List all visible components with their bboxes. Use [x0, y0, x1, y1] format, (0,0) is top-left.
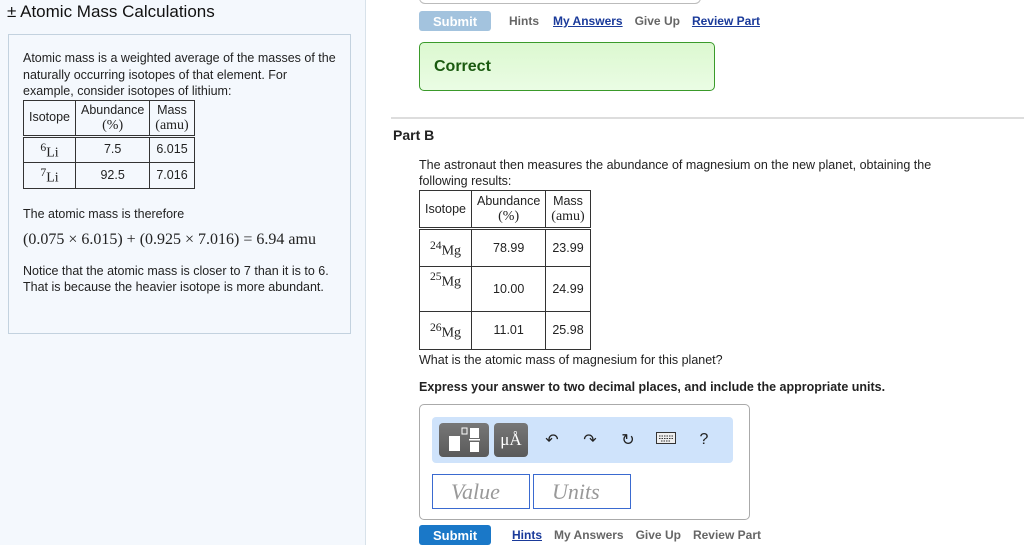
notice-text: Notice that the atomic mass is closer to…: [23, 263, 329, 295]
redo-icon[interactable]: ↷: [571, 430, 609, 450]
mass-cell: 7.016: [149, 162, 195, 189]
my-answers-link[interactable]: My Answers: [554, 528, 624, 542]
hints-link: Hints: [509, 14, 539, 28]
correct-feedback: Correct: [419, 42, 715, 91]
unit: (%): [102, 117, 124, 133]
submit-button-disabled: Submit: [419, 11, 491, 31]
units-input[interactable]: Units: [533, 474, 631, 509]
main-content: Submit Hints My Answers Give Up Review P…: [366, 0, 1024, 545]
question-text: What is the atomic mass of magnesium for…: [419, 353, 723, 367]
label: Abundance: [81, 102, 145, 117]
reset-icon[interactable]: ↻: [609, 430, 647, 450]
header-mass: Mass (amu): [545, 190, 591, 229]
part-b-actions: Submit Hints My Answers Give Up Review P…: [419, 525, 761, 545]
element: Mg: [441, 325, 462, 341]
equation: (0.075 × 6.015) + (0.925 × 7.016) = 6.94…: [23, 231, 316, 249]
give-up-link: Give Up: [634, 14, 680, 28]
element: Mg: [441, 274, 462, 290]
isotope-cell: 26Mg: [418, 311, 473, 350]
value-input[interactable]: Value: [432, 474, 530, 509]
label: Abundance: [477, 194, 541, 208]
divider: [391, 117, 1024, 119]
review-part-link[interactable]: Review Part: [692, 14, 760, 28]
isotope-cell: 25Mg: [418, 266, 473, 312]
lithium-table: Isotope Abundance (%) Mass (amu) 6Li 7.5 6.0…: [22, 99, 195, 189]
unit: (%): [498, 209, 520, 224]
label: Mass: [553, 194, 583, 208]
abundance-cell: 78.99: [471, 228, 547, 267]
info-box: Atomic mass is a weighted average of the…: [8, 34, 351, 334]
undo-icon[interactable]: ↶: [533, 430, 571, 450]
mass-number: 26: [429, 321, 442, 335]
instruction-text: Express your answer to two decimal place…: [419, 380, 886, 394]
mass-cell: 6.015: [149, 135, 195, 164]
header-isotope: Isotope: [22, 99, 77, 137]
answer-box: μÅ ↶ ↷ ↻ ? Value Units: [419, 404, 750, 520]
abundance-cell: 10.00: [471, 266, 547, 312]
abundance-cell: 92.5: [75, 162, 151, 189]
part-a-answer-box: [419, 0, 701, 4]
part-a-actions: Submit Hints My Answers Give Up Review P…: [419, 11, 760, 31]
abundance-cell: 11.01: [471, 311, 547, 350]
header-isotope: Isotope: [418, 190, 473, 229]
mass-number: 25: [429, 270, 442, 283]
section-title[interactable]: ± Atomic Mass Calculations: [7, 2, 215, 22]
my-answers-link[interactable]: My Answers: [553, 14, 623, 28]
header-mass: Mass (amu): [149, 99, 195, 137]
mass-cell: 25.98: [545, 311, 591, 350]
review-part-link[interactable]: Review Part: [693, 528, 761, 542]
give-up-link[interactable]: Give Up: [636, 528, 681, 542]
part-b-title: Part B: [393, 127, 435, 143]
mass-number: 24: [429, 238, 442, 252]
element: Mg: [441, 243, 462, 259]
sidebar-panel: ± Atomic Mass Calculations Atomic mass i…: [0, 0, 366, 545]
element: Li: [46, 145, 59, 161]
templates-button[interactable]: [439, 423, 489, 457]
isotope-cell: 24Mg: [418, 228, 473, 267]
submit-button[interactable]: Submit: [419, 525, 491, 545]
units-button[interactable]: μÅ: [494, 423, 528, 457]
mass-cell: 23.99: [545, 228, 591, 267]
therefore-text: The atomic mass is therefore: [23, 206, 185, 221]
unit: (amu): [155, 117, 189, 133]
isotope-cell: 7Li: [22, 162, 77, 189]
header-abundance: Abundance (%): [75, 99, 151, 137]
keyboard-icon[interactable]: [647, 431, 685, 449]
magnesium-table: Isotope Abundance (%) Mass (amu) 24Mg 78.99…: [418, 190, 591, 350]
intro-text: Atomic mass is a weighted average of the…: [23, 51, 336, 98]
abundance-cell: 7.5: [75, 135, 151, 164]
help-button[interactable]: ?: [685, 431, 723, 449]
label: Mass: [157, 102, 187, 117]
math-toolbar: μÅ ↶ ↷ ↻ ?: [432, 417, 733, 463]
isotope-cell: 6Li: [22, 135, 77, 164]
header-abundance: Abundance (%): [471, 190, 547, 229]
mass-cell: 24.99: [545, 266, 591, 312]
unit: (amu): [551, 209, 585, 224]
element: Li: [46, 170, 59, 186]
fraction-template-icon: [449, 427, 480, 452]
part-b-prompt: The astronaut then measures the abundanc…: [419, 158, 932, 188]
hints-link[interactable]: Hints: [512, 528, 542, 542]
